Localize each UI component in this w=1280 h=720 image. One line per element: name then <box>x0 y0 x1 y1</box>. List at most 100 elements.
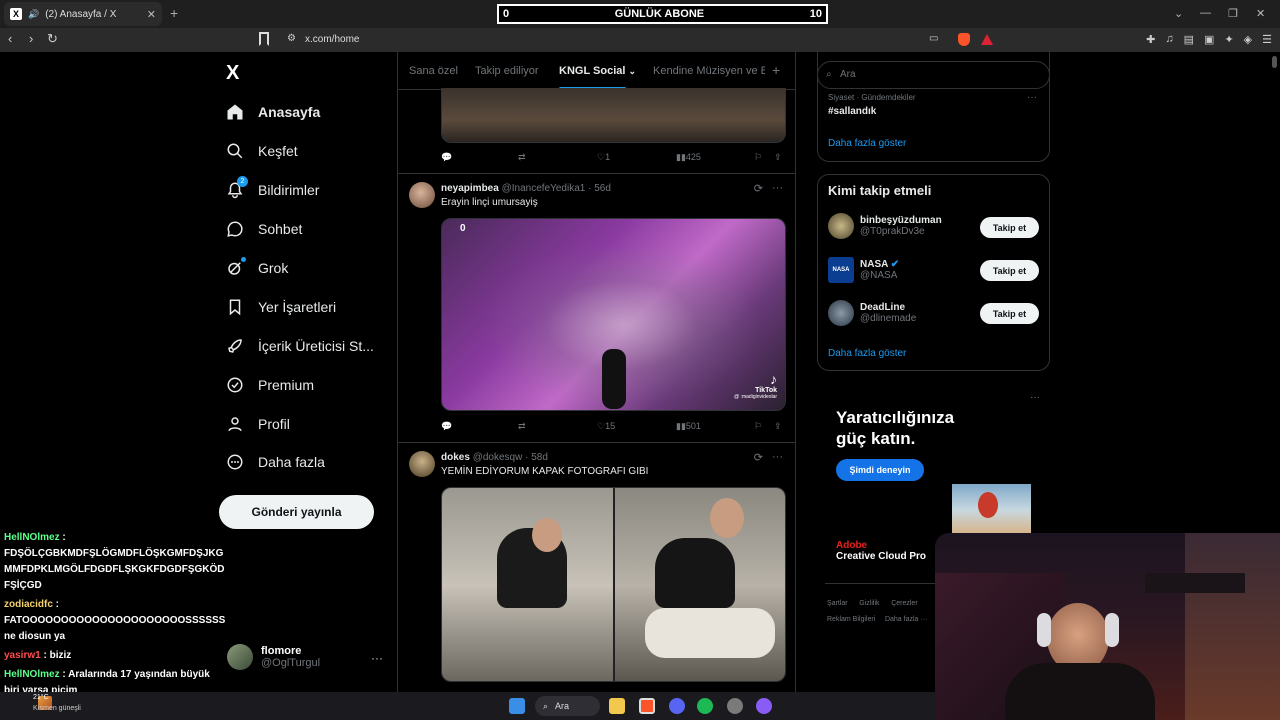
bookmark-icon[interactable]: ⚐ <box>754 421 762 432</box>
bookmark-page-icon[interactable] <box>259 32 269 46</box>
views-button[interactable]: ▮▮ 425 <box>676 152 701 163</box>
follow-button[interactable]: Takip et <box>980 217 1039 238</box>
follow-suggestion[interactable]: NASA NASA ✔ @NASA <box>828 257 899 283</box>
ad-image[interactable] <box>952 484 1031 536</box>
maximize-icon[interactable]: ❐ <box>1228 7 1238 20</box>
grok-icon[interactable]: ⟳ <box>754 182 763 195</box>
tweet-time[interactable]: 58d <box>531 452 548 463</box>
leo-ai-icon[interactable]: ✦ <box>1224 33 1233 46</box>
back-icon[interactable]: ‹ <box>8 31 12 46</box>
avatar[interactable] <box>409 182 435 208</box>
app-icon[interactable] <box>727 698 743 714</box>
tab-list-chevron-icon[interactable]: ⌄ <box>1174 7 1183 20</box>
file-explorer-icon[interactable] <box>609 698 625 714</box>
trend-name[interactable]: #sallandık <box>828 106 876 117</box>
reply-icon[interactable]: 💬 <box>441 421 452 432</box>
windows-start-icon[interactable] <box>509 698 525 714</box>
tweet-author-name[interactable]: dokes <box>441 452 470 463</box>
close-tab-icon[interactable]: ✕ <box>147 8 156 21</box>
taskbar-search[interactable]: ⌕ Ara <box>535 696 600 716</box>
nav-item-chat[interactable]: Sohbet <box>226 217 302 241</box>
post-button[interactable]: Gönderi yayınla <box>219 495 374 529</box>
tab-kngl-social[interactable]: KNGL Social ⌄ <box>559 65 636 90</box>
close-window-icon[interactable]: ✕ <box>1256 7 1265 20</box>
reply-icon[interactable]: 💬 <box>441 152 452 163</box>
music-icon[interactable]: ♫ <box>1165 33 1173 46</box>
account-more-icon[interactable]: ··· <box>371 651 383 665</box>
brave-browser-icon[interactable] <box>639 698 655 714</box>
tweet-author-name[interactable]: neyapimbea <box>441 183 499 194</box>
follow-show-more[interactable]: Daha fazla göster <box>828 348 906 359</box>
discord-icon[interactable] <box>669 698 685 714</box>
tweet-media-previous[interactable] <box>441 88 786 143</box>
nav-item-notifications[interactable]: 2 Bildirimler <box>226 176 319 202</box>
sidebar-icon[interactable]: ▤ <box>1184 33 1194 46</box>
reload-icon[interactable]: ↻ <box>47 31 58 47</box>
tweet-more-icon[interactable]: ··· <box>772 451 783 463</box>
trend-more-icon[interactable]: ··· <box>1027 92 1037 103</box>
footer-link[interactable]: Çerezler <box>891 600 917 607</box>
views-button[interactable]: ▮▮ 501 <box>676 421 701 432</box>
avatar[interactable] <box>409 451 435 477</box>
site-info-icon[interactable]: ⚙ <box>287 33 296 44</box>
trends-show-more[interactable]: Daha fazla göster <box>828 138 906 149</box>
tab-following[interactable]: Takip ediliyor <box>475 65 539 77</box>
like-button[interactable]: ♡ 1 <box>597 152 610 163</box>
tiktok-label: TikTok <box>755 387 777 394</box>
add-tab-button[interactable]: + <box>772 62 780 78</box>
nav-item-profile[interactable]: Profil <box>226 412 290 436</box>
x-logo[interactable]: X <box>226 62 239 85</box>
brave-rewards-icon[interactable] <box>981 34 993 45</box>
retweet-icon[interactable]: ⇄ <box>518 421 526 432</box>
wallet-icon[interactable]: ▣ <box>1204 33 1214 46</box>
account-switcher[interactable]: flomore @OglTurgul <box>227 644 320 670</box>
brave-shield-icon[interactable] <box>958 33 970 46</box>
menu-icon[interactable]: ☰ <box>1262 33 1272 46</box>
nav-item-premium[interactable]: Premium <box>226 373 314 397</box>
share-icon[interactable]: ⇪ <box>774 152 782 163</box>
nav-item-home[interactable]: Anasayfa <box>226 100 320 124</box>
tweet-video[interactable]: 0 ♪ TikTok @ :madiginvideolar <box>441 218 786 411</box>
tweet-time[interactable]: 56d <box>594 183 611 194</box>
browser-tab[interactable]: X 🔊 (2) Anasayfa / X ✕ <box>4 2 162 26</box>
footer-link[interactable]: Şartlar <box>827 600 848 607</box>
nav-item-grok[interactable]: Grok <box>226 256 288 280</box>
vpn-icon[interactable]: ◈ <box>1244 33 1252 46</box>
bookmark-icon[interactable]: ⚐ <box>754 152 762 163</box>
footer-link[interactable]: Gizlilik <box>859 600 879 607</box>
tab-for-you[interactable]: Sana özel <box>409 65 458 77</box>
ad-more-icon[interactable]: ··· <box>1030 392 1040 403</box>
tweet-author-handle[interactable]: @dokesqw <box>473 452 523 463</box>
follow-suggestion[interactable]: DeadLine @dlinemade <box>828 300 916 326</box>
share-icon[interactable]: ⇪ <box>774 421 782 432</box>
footer-link[interactable]: Reklam Bilgileri <box>827 616 875 623</box>
url-field[interactable]: x.com/home <box>305 34 359 45</box>
tweet-image[interactable] <box>442 488 613 681</box>
new-tab-button[interactable]: + <box>170 5 178 21</box>
like-button[interactable]: ♡ 15 <box>597 421 615 432</box>
scrollbar[interactable] <box>1272 56 1277 68</box>
tab-custom[interactable]: Kendine Müzisyen ve Ba <box>653 65 765 77</box>
tweet-image[interactable] <box>615 488 785 681</box>
tweet-author-handle[interactable]: @InancefeYedika1 <box>502 183 586 194</box>
forward-icon[interactable]: › <box>29 31 33 46</box>
footer-link[interactable]: Daha fazla ··· <box>885 616 927 623</box>
minimize-icon[interactable]: — <box>1200 7 1211 19</box>
ad-cta-button[interactable]: Şimdi deneyin <box>836 459 924 481</box>
ad-headline[interactable]: Yaratıcılığınıza güç katın. <box>836 407 954 449</box>
tweet-more-icon[interactable]: ··· <box>772 182 783 194</box>
nav-item-more[interactable]: Daha fazla <box>226 450 325 474</box>
follow-button[interactable]: Takip et <box>980 260 1039 281</box>
nav-item-bookmarks[interactable]: Yer İşaretleri <box>226 295 336 319</box>
extensions-icon[interactable]: ✚ <box>1146 33 1155 46</box>
spotify-icon[interactable] <box>697 698 713 714</box>
nav-item-explore[interactable]: Keşfet <box>226 139 298 163</box>
nav-item-creator-studio[interactable]: İçerik Üreticisi St... <box>226 334 374 358</box>
speaker-icon[interactable]: 🔊 <box>28 9 39 20</box>
follow-suggestion[interactable]: binbeşyüzduman @T0prakDv3e <box>828 213 942 239</box>
follow-button[interactable]: Takip et <box>980 303 1039 324</box>
retweet-icon[interactable]: ⇄ <box>518 152 526 163</box>
obs-icon[interactable] <box>756 698 772 714</box>
grok-icon[interactable]: ⟳ <box>754 451 763 464</box>
cast-icon[interactable]: ▭ <box>929 33 938 44</box>
